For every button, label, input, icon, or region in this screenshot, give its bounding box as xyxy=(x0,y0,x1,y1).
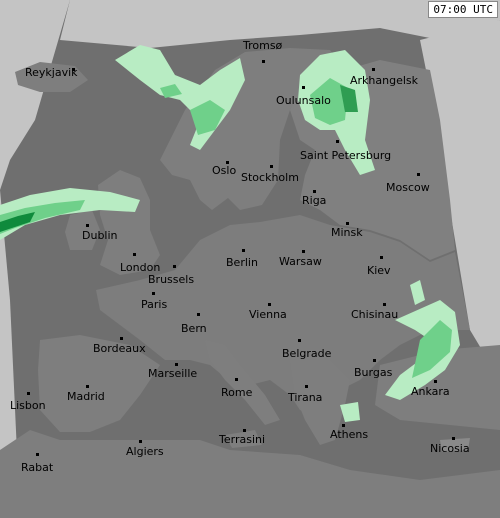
city-dot xyxy=(342,424,345,427)
city-dot xyxy=(298,339,301,342)
city-label-brussels: Brussels xyxy=(148,273,195,286)
city-dot xyxy=(243,429,246,432)
city-dot xyxy=(270,165,273,168)
city-label-belgrade: Belgrade xyxy=(282,347,332,360)
city-label-athens: Athens xyxy=(330,428,369,441)
city-dot xyxy=(313,190,316,193)
city-label-reykjavik: Reykjavik xyxy=(25,66,78,79)
city-dot xyxy=(235,378,238,381)
city-label-chisinau: Chisinau xyxy=(351,308,399,321)
radar-map[interactable]: 07:00 UTC Tromsø Reykjavik Arkhangelsk O… xyxy=(0,0,500,518)
city-label-tirana: Tirana xyxy=(288,391,323,404)
city-label-algiers: Algiers xyxy=(126,445,164,458)
city-dot xyxy=(139,440,142,443)
city-label-lisbon: Lisbon xyxy=(10,399,46,412)
city-label-vienna: Vienna xyxy=(249,308,287,321)
city-dot xyxy=(36,453,39,456)
city-dot xyxy=(27,392,30,395)
city-dot xyxy=(175,363,178,366)
city-dot xyxy=(336,140,339,143)
city-dot xyxy=(133,253,136,256)
city-dot xyxy=(372,68,375,71)
city-label-berlin: Berlin xyxy=(226,256,258,269)
city-label-oslo: Oslo xyxy=(212,164,237,177)
city-label-kiev: Kiev xyxy=(367,264,391,277)
city-label-saint-petersburg: Saint Petersburg xyxy=(300,149,392,162)
city-dot xyxy=(302,86,305,89)
city-dot xyxy=(383,303,386,306)
city-label-marseille: Marseille xyxy=(148,367,198,380)
city-label-tromso: Tromsø xyxy=(243,39,283,52)
city-dot xyxy=(373,359,376,362)
city-label-minsk: Minsk xyxy=(331,226,363,239)
timestamp-label: 07:00 UTC xyxy=(428,1,498,18)
city-dot xyxy=(268,303,271,306)
city-dot xyxy=(120,337,123,340)
city-dot xyxy=(173,265,176,268)
city-label-moscow: Moscow xyxy=(386,181,430,194)
city-label-rome: Rome xyxy=(221,386,253,399)
city-label-oulunsalo: Oulunsalo xyxy=(276,94,331,107)
city-label-burgas: Burgas xyxy=(354,366,393,379)
city-dot xyxy=(346,222,349,225)
city-dot xyxy=(417,173,420,176)
city-label-ankara: Ankara xyxy=(411,385,450,398)
city-label-riga: Riga xyxy=(302,194,327,207)
city-dot xyxy=(302,250,305,253)
city-dot xyxy=(86,224,89,227)
city-label-dublin: Dublin xyxy=(82,229,118,242)
city-label-madrid: Madrid xyxy=(67,390,105,403)
city-label-bern: Bern xyxy=(181,322,207,335)
city-dot xyxy=(242,249,245,252)
city-dot xyxy=(152,292,155,295)
city-label-paris: Paris xyxy=(141,298,168,311)
city-dot xyxy=(86,385,89,388)
city-label-bordeaux: Bordeaux xyxy=(93,342,146,355)
city-dot xyxy=(262,60,265,63)
city-label-nicosia: Nicosia xyxy=(430,442,470,455)
city-dot xyxy=(197,313,200,316)
city-dot xyxy=(380,256,383,259)
city-label-terrasini: Terrasini xyxy=(219,433,266,446)
city-label-arkhangelsk: Arkhangelsk xyxy=(350,74,419,87)
city-label-warsaw: Warsaw xyxy=(279,255,322,268)
city-label-stockholm: Stockholm xyxy=(241,171,299,184)
city-dot xyxy=(434,380,437,383)
city-dot xyxy=(452,437,455,440)
city-dot xyxy=(305,385,308,388)
city-label-rabat: Rabat xyxy=(21,461,54,474)
